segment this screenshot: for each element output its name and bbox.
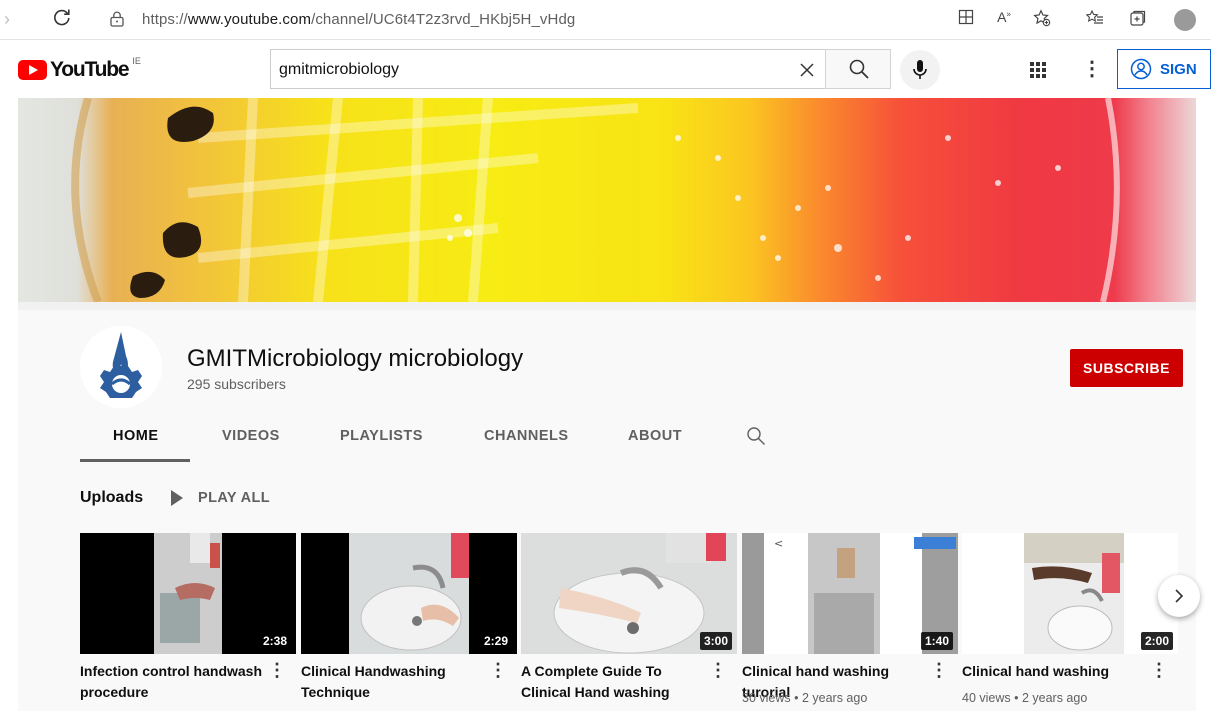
- tab-home[interactable]: HOME: [113, 428, 159, 444]
- video-duration: 1:40: [920, 632, 953, 650]
- video-menu-icon[interactable]: ⋮: [709, 660, 727, 681]
- back-icon[interactable]: ›: [4, 9, 10, 30]
- channel-header: GMITMicrobiology microbiology 295 subscr…: [18, 310, 1196, 462]
- apps-icon[interactable]: [1030, 62, 1046, 78]
- video-menu-icon[interactable]: ⋮: [489, 660, 507, 681]
- play-icon[interactable]: [171, 490, 183, 506]
- mic-icon: [913, 60, 927, 79]
- tab-playlists[interactable]: PLAYLISTS: [340, 428, 423, 444]
- video-thumbnail[interactable]: 2:38: [80, 533, 296, 654]
- uploads-heading[interactable]: Uploads: [80, 489, 143, 507]
- youtube-header: YouTube IE gmitmicrobiology ⋮ SIGN: [0, 40, 1211, 98]
- url-path: /channel/UC6t4T2z3rvd_HKbj5H_vHdg: [311, 11, 576, 28]
- video-duration: 2:29: [479, 632, 512, 650]
- search-input[interactable]: gmitmicrobiology: [279, 61, 399, 79]
- video-thumbnail[interactable]: 3:00: [521, 533, 737, 654]
- favorites-icon[interactable]: [1083, 9, 1107, 32]
- subscribe-button[interactable]: SUBSCRIBE: [1070, 349, 1183, 387]
- video-title[interactable]: A Complete Guide To Clinical Hand washin…: [521, 661, 711, 703]
- country-code: IE: [132, 56, 141, 66]
- svg-text:<: <: [774, 537, 783, 550]
- favorite-add-icon[interactable]: [1030, 9, 1054, 32]
- video-duration: 2:38: [258, 632, 291, 650]
- url-prefix: https://: [142, 11, 188, 28]
- channel-search-icon[interactable]: [746, 426, 766, 451]
- video-menu-icon[interactable]: ⋮: [930, 660, 948, 681]
- uploads-shelf: Uploads PLAY ALL 2:38 Infection control …: [18, 462, 1200, 711]
- video-duration: 2:00: [1140, 632, 1173, 650]
- collections-icon[interactable]: [1126, 9, 1150, 32]
- play-all-button[interactable]: PLAY ALL: [198, 490, 270, 506]
- chevron-right-icon: [1175, 589, 1184, 603]
- video-card[interactable]: 2:29 Clinical Handwashing Technique ⋮: [301, 533, 517, 700]
- video-meta: 40 views • 2 years ago: [962, 691, 1088, 705]
- banner-divider: [18, 302, 1196, 310]
- account-icon: [1130, 58, 1152, 80]
- channel-name: GMITMicrobiology microbiology: [187, 345, 524, 372]
- search-button[interactable]: [825, 49, 891, 89]
- video-title[interactable]: Infection control handwash procedure: [80, 661, 270, 703]
- tab-channels[interactable]: CHANNELS: [484, 428, 569, 444]
- video-duration: 3:00: [699, 632, 732, 650]
- video-thumbnail[interactable]: 2:00: [962, 533, 1178, 654]
- shelf-next-button[interactable]: [1158, 575, 1200, 617]
- reload-icon[interactable]: [52, 7, 72, 33]
- lock-icon[interactable]: [110, 11, 124, 27]
- video-meta: 30 views • 2 years ago: [742, 691, 868, 705]
- sign-in-label: SIGN: [1160, 60, 1197, 78]
- video-thumbnail[interactable]: < 1:40: [742, 533, 958, 654]
- browser-toolbar: › https://www.youtube.com/channel/UC6t4T…: [0, 0, 1211, 40]
- address-bar-url[interactable]: https://www.youtube.com/channel/UC6t4T2z…: [142, 11, 575, 28]
- video-menu-icon[interactable]: ⋮: [268, 660, 286, 681]
- search-box[interactable]: gmitmicrobiology: [270, 49, 826, 89]
- video-card[interactable]: < 1:40 Clinical hand washing turorial ⋮ …: [742, 533, 958, 705]
- sign-in-button[interactable]: SIGN: [1117, 49, 1211, 89]
- app-available-icon[interactable]: [954, 9, 978, 30]
- video-card[interactable]: 2:00 Clinical hand washing ⋮ 40 views • …: [962, 533, 1178, 705]
- clear-icon[interactable]: [798, 57, 816, 85]
- channel-avatar[interactable]: [80, 326, 162, 408]
- video-card[interactable]: 2:38 Infection control handwash procedur…: [80, 533, 296, 700]
- video-menu-icon[interactable]: ⋮: [1150, 660, 1168, 681]
- profile-avatar[interactable]: [1174, 9, 1196, 31]
- read-aloud-icon[interactable]: A»: [992, 9, 1016, 25]
- video-thumbnail[interactable]: 2:29: [301, 533, 517, 654]
- video-card[interactable]: 3:00 A Complete Guide To Clinical Hand w…: [521, 533, 737, 700]
- tab-about[interactable]: ABOUT: [628, 428, 682, 444]
- youtube-play-logo-icon: [18, 60, 47, 80]
- youtube-logo[interactable]: YouTube IE: [18, 56, 141, 82]
- search-icon: [849, 59, 869, 79]
- voice-search-button[interactable]: [900, 50, 940, 90]
- video-title[interactable]: Clinical hand washing: [962, 661, 1152, 682]
- tab-videos[interactable]: VIDEOS: [222, 428, 280, 444]
- url-host: www.youtube.com: [187, 11, 312, 28]
- channel-banner: [18, 98, 1196, 302]
- subscriber-count: 295 subscribers: [187, 376, 286, 392]
- video-title[interactable]: Clinical Handwashing Technique: [301, 661, 491, 703]
- logo-wordmark: YouTube: [50, 58, 130, 81]
- more-icon[interactable]: ⋮: [1082, 56, 1102, 81]
